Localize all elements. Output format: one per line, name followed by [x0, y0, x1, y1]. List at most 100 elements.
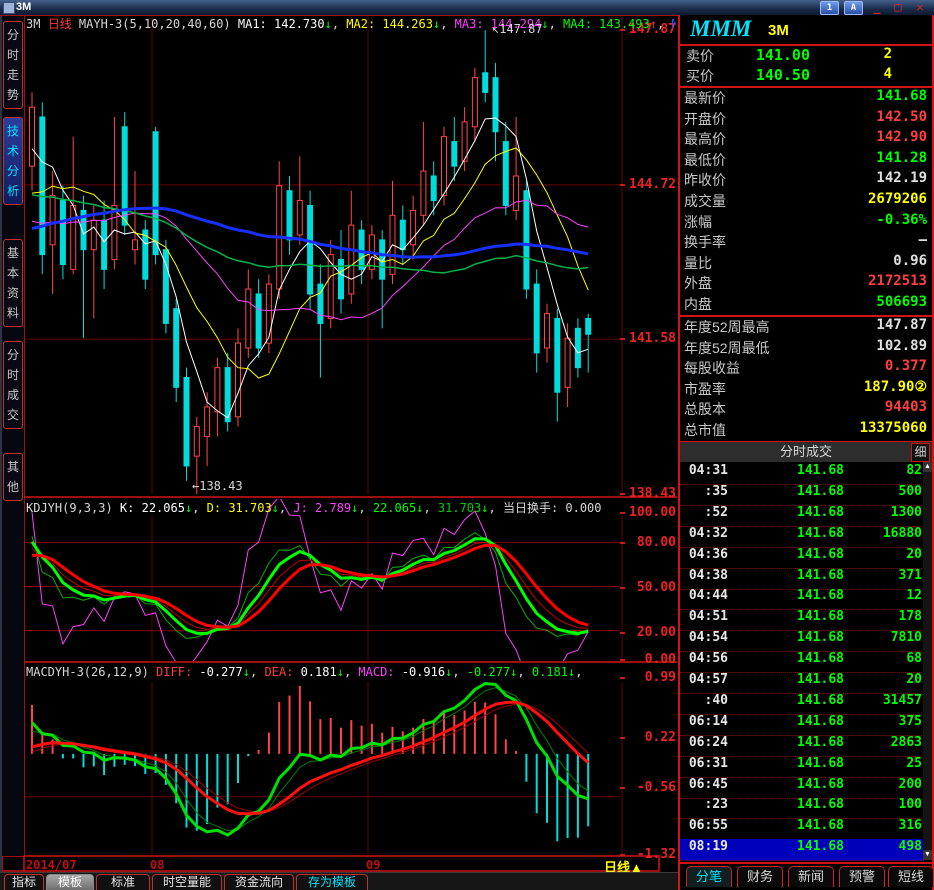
ticker-row[interactable]: 04:31141.6882 — [680, 463, 924, 485]
toolbar-button-1[interactable]: 指标 — [4, 874, 44, 890]
ticker-row[interactable]: 04:54141.687810 — [680, 630, 924, 652]
toolbar-button-6[interactable]: 存为模板 — [296, 874, 368, 890]
quote-row: 总股本94403 — [680, 399, 932, 419]
header-segment: 22.065 — [373, 501, 416, 514]
ticker-price: 141.68 — [758, 714, 844, 729]
ticker-row[interactable]: 04:57141.6820 — [680, 672, 924, 694]
ticker-time: 06:55 — [682, 818, 728, 833]
sidebar-tab-5[interactable]: 其他 — [3, 453, 23, 501]
sidebar-tab-char: 资 — [4, 283, 22, 303]
quote-row: 年度52周最高147.87 — [680, 317, 932, 337]
ticker-row[interactable]: 04:36 141.68 20 — [680, 547, 924, 569]
ticker-row[interactable]: 06:31141.6825 — [680, 756, 924, 778]
sidebar-tab-char: 时 — [4, 45, 22, 65]
macd-axis-tick — [620, 854, 625, 856]
titlebar[interactable]: 3M 1 A _ □ ✕ — [0, 0, 934, 15]
sidebar-tab-char: 势 — [4, 85, 22, 105]
kdj-axis-tick — [620, 632, 625, 634]
quote-value: 2172513 — [868, 273, 927, 289]
header-segment: MA2: 144.263 — [346, 17, 433, 30]
sidebar-tab-char: 析 — [4, 181, 22, 201]
sidebar-tab-3[interactable]: 基本资料 — [3, 239, 23, 327]
ticker-price: 141.68 — [758, 818, 844, 833]
ticker-volume: 200 — [899, 777, 922, 792]
maximize-button[interactable]: □ — [889, 0, 907, 14]
ticker-time: 04:36 — [682, 547, 728, 562]
ticker-price: 141.68 — [758, 693, 844, 708]
quote-value: 147.87 — [876, 317, 927, 333]
header-segment: K: 22.065 — [120, 501, 185, 514]
ticker-volume: 20 — [906, 672, 922, 687]
kdj-axis-tick — [620, 659, 625, 661]
ticker-scrollbar[interactable]: ▲ ▼ — [923, 462, 932, 860]
ticker-row[interactable]: 04:38141.68371 — [680, 568, 924, 590]
sidebar-tab-4[interactable]: 分时成交 — [3, 341, 23, 429]
quote-label: 总市值 — [684, 420, 726, 440]
header-segment: D: 31.703 — [207, 501, 272, 514]
header-segment: ↓ — [272, 501, 279, 514]
quote-label: 昨收价 — [684, 170, 726, 190]
quote-label: 年度52周最低 — [684, 338, 770, 358]
ticker-volume: 82 — [906, 463, 922, 478]
ticker-row[interactable]: 06:55 141.68 316 — [680, 818, 924, 840]
ticker-price: 141.68 — [758, 484, 844, 499]
ticker-row[interactable]: :40141.6831457 — [680, 693, 924, 715]
sidebar-tab-1[interactable]: 分时走势 — [3, 21, 23, 109]
ticker-volume: 25 — [906, 756, 922, 771]
ticker-price: 141.68 — [758, 609, 844, 624]
low-price-annotation: ←138.43 — [192, 479, 243, 493]
quote-label: 涨幅 — [684, 212, 712, 232]
header-segment: MA1: 142.730 — [238, 17, 325, 30]
ticker-row[interactable]: 06:24141.682863 — [680, 735, 924, 757]
sidebar-tab-2[interactable]: 技术分析 — [3, 117, 23, 205]
workspace-icon[interactable]: 1 — [820, 1, 839, 15]
header-segment: , — [488, 501, 502, 514]
toolbar-button-2[interactable]: 模板 — [46, 874, 94, 890]
ticker-volume: 316 — [899, 818, 922, 833]
header-segment: MAYH-3(5,10,20,40,60) — [79, 17, 238, 30]
ticker-price: 141.68 — [758, 526, 844, 541]
ticker-row[interactable]: :52141.681300 — [680, 505, 924, 527]
quote-row: 每股收益0.377 — [680, 358, 932, 378]
quote-label: 最高价 — [684, 129, 726, 149]
toolbar-button-5[interactable]: 资金流向 — [224, 874, 294, 890]
ticker-header: 分时成交 细 — [680, 442, 932, 462]
ticker-time: 06:24 — [682, 735, 728, 750]
panel-tab-2[interactable]: 财务 — [737, 866, 783, 887]
header-segment: , — [452, 665, 466, 679]
minimize-button[interactable]: _ — [868, 0, 886, 14]
panel-tab-1[interactable]: 分笔 — [686, 866, 732, 887]
toolbar-button-3[interactable]: 标准 — [96, 874, 150, 890]
scroll-down-icon[interactable]: ▼ — [923, 850, 932, 860]
ticker-time: 04:57 — [682, 672, 728, 687]
ticker-row[interactable]: :35141.68500 — [680, 484, 924, 506]
scroll-up-icon[interactable]: ▲ — [923, 462, 932, 472]
chart-canvas[interactable] — [0, 0, 678, 890]
ticker-row[interactable]: 06:45141.68200 — [680, 777, 924, 799]
high-price-annotation: ↖147.87 — [492, 22, 543, 36]
ticker-row[interactable]: 06:14141.68375 — [680, 714, 924, 736]
ticker-price: 141.68 — [758, 547, 844, 562]
bottom-toolbar: 指标模板标准时空量能资金流向存为模板 — [0, 872, 678, 890]
panel-tab-5[interactable]: 短线 — [888, 866, 934, 887]
ticker-row[interactable]: 04:56141.6868 — [680, 651, 924, 673]
ticker-row[interactable]: 04:44141.6812 — [680, 588, 924, 610]
ticker-volume: 2863 — [891, 735, 922, 750]
panel-tab-4[interactable]: 预警 — [839, 866, 885, 887]
bidask-row: 买价140.504 — [680, 66, 932, 87]
close-button[interactable]: ✕ — [911, 0, 929, 14]
quote-row: 最高价142.90 — [680, 129, 932, 149]
ticker-volume: 20 — [906, 547, 922, 562]
ticker-time: 06:45 — [682, 777, 728, 792]
font-icon[interactable]: A — [844, 1, 863, 15]
ticker-detail-button[interactable]: 细 — [911, 443, 930, 462]
ticker-row[interactable]: 08:19141.68498 — [680, 839, 924, 861]
ticker-row[interactable]: :23141.68100 — [680, 797, 924, 819]
quote-row: 外盘2172513 — [680, 273, 932, 293]
header-segment: -0.277 — [467, 665, 510, 679]
toolbar-button-4[interactable]: 时空量能 — [152, 874, 222, 890]
header-segment: , — [279, 501, 293, 514]
ticker-row[interactable]: 04:32141.6816880 — [680, 526, 924, 548]
ticker-row[interactable]: 04:51141.68178 — [680, 609, 924, 631]
panel-tab-3[interactable]: 新闻 — [788, 866, 834, 887]
